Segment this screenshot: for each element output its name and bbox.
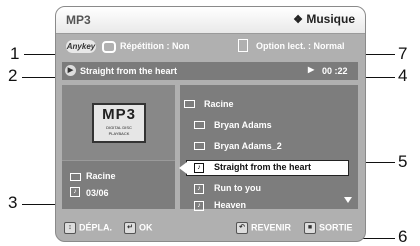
list-item-straight-from-the-heart[interactable]: ♪ Straight from the heart bbox=[194, 160, 311, 175]
callout-6: 6 bbox=[398, 227, 408, 246]
repeat-label[interactable]: Répétition : Non bbox=[120, 41, 190, 51]
callout-2: 2 bbox=[8, 66, 18, 85]
now-playing-bar: ▶ Straight from the heart ▶ 00 :22 bbox=[62, 62, 358, 80]
mp3-logo-area: MP3 DIGITAL DISC PLAYBACK bbox=[62, 85, 175, 161]
info-bar: Anykey Répétition : Non Option lect. : N… bbox=[56, 36, 365, 58]
folder-up-icon bbox=[184, 100, 195, 108]
footer-controls: ↕ DÉPLA. ↵ OK ↶ REVENIR ■ SORTIE bbox=[56, 214, 365, 241]
repeat-icon bbox=[102, 41, 116, 53]
music-disc-icon: ❖ bbox=[293, 14, 303, 26]
play-time: 00 :22 bbox=[322, 66, 348, 76]
list-item-run-to-you[interactable]: ♪ Run to you bbox=[194, 181, 261, 196]
speaker-icon: ▶ bbox=[65, 65, 76, 76]
play-icon: ▶ bbox=[308, 65, 315, 74]
updown-arrow-icon: ↕ bbox=[64, 222, 76, 234]
header-title: MP3 bbox=[66, 13, 91, 27]
callout-4: 4 bbox=[398, 66, 408, 85]
folder-name: Racine bbox=[86, 171, 116, 181]
header-music-label: ❖ Musique bbox=[293, 12, 355, 26]
folder-info: Racine ♪ 03/06 bbox=[68, 168, 168, 204]
folder-icon bbox=[194, 142, 205, 150]
folder-icon bbox=[70, 173, 81, 181]
enter-icon: ↵ bbox=[124, 222, 136, 234]
callout-5: 5 bbox=[398, 152, 408, 171]
play-option-label[interactable]: Option lect. : Normal bbox=[256, 41, 345, 51]
mp3-osd-panel: MP3 ❖ Musique Anykey Répétition : Non Op… bbox=[55, 6, 366, 242]
scroll-down-icon[interactable] bbox=[344, 197, 352, 203]
left-info-box: MP3 DIGITAL DISC PLAYBACK Racine ♪ 03/06 bbox=[62, 85, 175, 209]
ok-control[interactable]: ↵ OK bbox=[124, 222, 153, 234]
folder-icon bbox=[194, 121, 205, 129]
exit-icon: ■ bbox=[304, 222, 316, 234]
track-count: 03/06 bbox=[86, 188, 109, 198]
back-control[interactable]: ↶ REVENIR bbox=[236, 222, 291, 234]
mp3-logo: MP3 DIGITAL DISC PLAYBACK bbox=[92, 103, 146, 143]
move-control[interactable]: ↕ DÉPLA. bbox=[64, 222, 112, 234]
callout-1: 1 bbox=[10, 44, 20, 63]
list-item-racine[interactable]: Racine bbox=[184, 97, 234, 112]
file-browser-list: Racine Bryan Adams Bryan Adams_2 ♪ Strai… bbox=[179, 85, 358, 211]
callout-3: 3 bbox=[8, 193, 18, 212]
anykey-button[interactable]: Anykey bbox=[66, 40, 96, 53]
track-icon: ♪ bbox=[194, 201, 204, 211]
track-icon: ♪ bbox=[70, 187, 80, 197]
list-item-bryan-adams-2[interactable]: Bryan Adams_2 bbox=[194, 139, 282, 154]
track-icon: ♪ bbox=[194, 163, 204, 173]
now-playing-title: Straight from the heart bbox=[80, 66, 178, 76]
speaker-cursor-icon bbox=[179, 162, 187, 174]
panel-header: MP3 ❖ Musique bbox=[56, 7, 365, 34]
list-item-heaven[interactable]: ♪ Heaven bbox=[194, 198, 246, 213]
play-option-icon bbox=[238, 39, 248, 52]
track-icon: ♪ bbox=[194, 184, 204, 194]
list-item-bryan-adams[interactable]: Bryan Adams bbox=[194, 118, 272, 133]
return-icon: ↶ bbox=[236, 222, 248, 234]
exit-control[interactable]: ■ SORTIE bbox=[304, 222, 353, 234]
callout-7: 7 bbox=[398, 44, 408, 63]
